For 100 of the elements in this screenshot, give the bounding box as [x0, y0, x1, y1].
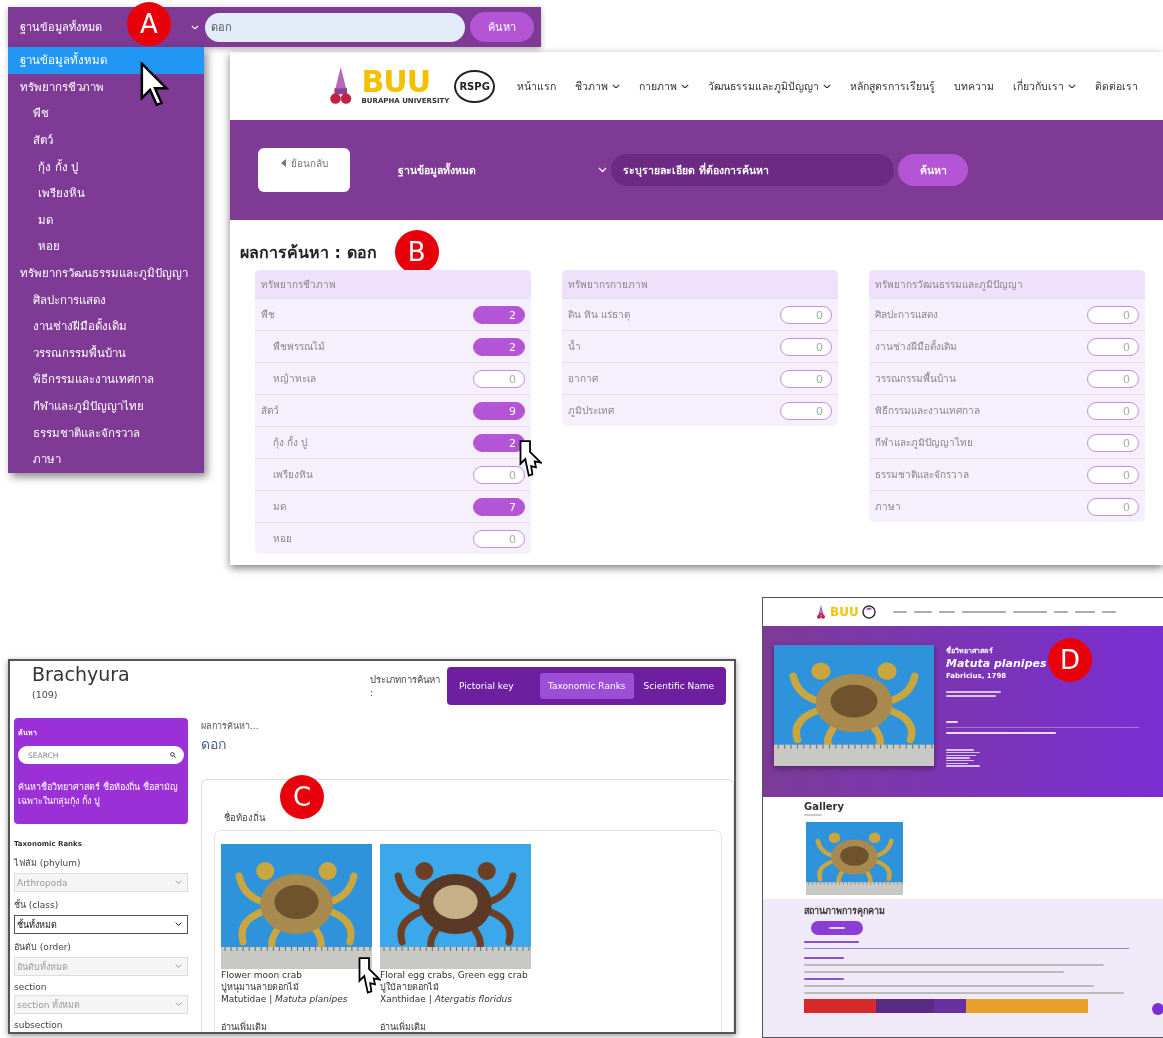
- dropdown-option[interactable]: หอย: [8, 233, 204, 260]
- dropdown-option[interactable]: พิธีกรรมและงานเทศกาล: [8, 366, 204, 393]
- count-badge: 0: [1087, 401, 1139, 420]
- search-field[interactable]: ระบุรายละเอียด ที่ต้องการค้นหา: [611, 154, 894, 186]
- partner-logo: RSPG: [454, 69, 495, 103]
- dropdown-option[interactable]: สัตว์: [8, 126, 204, 154]
- field-label: ชั้น (class): [14, 898, 60, 912]
- dropdown-option[interactable]: มด: [8, 206, 204, 234]
- count-badge: 0: [1087, 497, 1139, 516]
- nav-link[interactable]: หน้าแรก: [516, 77, 556, 95]
- taxon-name: Matutidae | Matuta planipes: [221, 993, 349, 1005]
- chevron-down-icon: [175, 1002, 182, 1007]
- chevron-down-icon: [822, 83, 831, 89]
- count-badge: 0: [1087, 305, 1139, 324]
- count-badge: 0: [780, 305, 832, 324]
- count-badge: 0: [780, 369, 832, 388]
- search-type-label: ประเภทการค้นหา :: [370, 673, 440, 700]
- dropdown-option[interactable]: ธรรมชาติและจักรวาล: [8, 419, 204, 446]
- search-query: ดอก: [201, 735, 227, 754]
- search-button[interactable]: ค้นหา: [470, 12, 534, 42]
- results-label: ผลการค้นหา...: [201, 720, 260, 733]
- nav-link[interactable]: ติดต่อเรา: [1094, 77, 1138, 95]
- pointer-cursor-icon: [140, 62, 170, 108]
- chevron-down-icon: [191, 24, 199, 30]
- section-title: ชื่อท้องถิ่น: [224, 810, 267, 825]
- common-name: Flower moon crab: [221, 969, 303, 981]
- nav-link[interactable]: หลักสูตรการเรียนรู้: [849, 77, 935, 95]
- chevron-down-icon: [611, 83, 620, 89]
- count-badge: 2: [473, 433, 525, 452]
- results-heading: ผลการค้นหา : ดอก: [240, 241, 377, 264]
- count-badge: 7: [473, 497, 525, 516]
- back-button[interactable]: ย้อนกลับ: [258, 148, 350, 192]
- field-label: section: [14, 982, 48, 992]
- dropdown-option[interactable]: พืช: [8, 100, 204, 127]
- chevron-down-icon: [598, 167, 607, 173]
- count-badge: 0: [473, 529, 525, 548]
- status-button[interactable]: [811, 921, 863, 935]
- count-badge: 2: [473, 305, 525, 324]
- section-heading: Gallery: [804, 801, 846, 812]
- dropdown-field[interactable]: ชั้นทั้งหมด: [14, 915, 188, 934]
- nav-link[interactable]: บทความ: [953, 77, 994, 95]
- chevron-down-icon: [680, 83, 689, 89]
- logo-wordmark: BUU: [361, 67, 431, 97]
- nav-link[interactable]: เกี่ยวกับเรา: [1012, 77, 1076, 95]
- tab[interactable]: Pictorial key: [451, 673, 538, 699]
- count-badge: 0: [1087, 465, 1139, 484]
- section-heading: สถานภาพการคุกคาม: [804, 905, 886, 918]
- hand-cursor-icon: [357, 957, 381, 995]
- thai-name: ปูหนุมานลายดอกไม้: [221, 981, 300, 993]
- tab-strip[interactable]: [966, 999, 1088, 1013]
- nav-link[interactable]: ชีวภาพ: [574, 77, 620, 95]
- thai-name: ปูใบ้ลายดอกไม้: [380, 981, 440, 993]
- search-icon: [170, 752, 176, 758]
- nav-link[interactable]: วัฒนธรรมและภูมิปัญญา: [707, 77, 831, 95]
- chevron-down-icon: [175, 922, 182, 927]
- count-badge: 0: [1087, 337, 1139, 356]
- count-badge: 0: [473, 465, 525, 484]
- count-badge: 0: [1087, 433, 1139, 452]
- tab[interactable]: Scientific Name: [635, 673, 722, 699]
- search-button[interactable]: ค้นหา: [898, 154, 968, 186]
- chevron-down-icon: [175, 964, 182, 969]
- step-marker: C: [280, 775, 324, 819]
- chevron-down-icon: [1067, 83, 1076, 89]
- scroll-up-button[interactable]: [1152, 1003, 1163, 1015]
- tab[interactable]: Taxonomic Ranks: [540, 673, 634, 699]
- field-label: อันดับ (order): [14, 941, 72, 954]
- nav-link[interactable]: กายภาพ: [638, 77, 689, 95]
- group-header: ทรัพยากรชีวภาพ: [255, 270, 531, 298]
- tab-strip[interactable]: [876, 999, 934, 1013]
- count-badge: 9: [473, 401, 525, 420]
- count-badge: 0: [780, 401, 832, 420]
- tab-strip[interactable]: [934, 999, 966, 1013]
- dropdown-option[interactable]: ศิลปะการแสดง: [8, 286, 204, 313]
- read-more-link[interactable]: อ่านเพิ่มเติม: [380, 1020, 531, 1032]
- group-header: ทรัพยากรวัฒนธรรมและภูมิปัญญา: [869, 270, 1145, 298]
- result-count: (109): [32, 689, 59, 700]
- dropdown-option[interactable]: ภาษา: [8, 445, 204, 473]
- database-select[interactable]: ฐานข้อมูลทั้งหมด: [398, 161, 598, 179]
- dropdown-option[interactable]: กุ้ง กั้ง ปู: [8, 153, 204, 180]
- count-badge: 0: [780, 337, 832, 356]
- caret-left-icon: [280, 159, 286, 167]
- read-more-link[interactable]: อ่านเพิ่มเติม: [221, 1020, 372, 1032]
- logo-wordmark: BUU: [830, 605, 859, 619]
- count-badge: 0: [473, 369, 525, 388]
- database-select[interactable]: ฐานข้อมูลทั้งหมด: [20, 18, 102, 36]
- dropdown-option[interactable]: ทรัพยากรชีวภาพ: [8, 73, 204, 101]
- dropdown-option[interactable]: งานช่างฝีมือดั้งเดิม: [8, 312, 204, 340]
- dropdown-option[interactable]: ทรัพยากรวัฒนธรรมและภูมิปัญญา: [8, 259, 204, 287]
- page-title: Brachyura: [32, 663, 131, 685]
- count-badge: 2: [473, 337, 525, 356]
- tab-strip[interactable]: [804, 999, 876, 1013]
- emblem-icon: [815, 604, 827, 620]
- dropdown-option[interactable]: กีฬาและภูมิปัญญาไทย: [8, 392, 204, 420]
- species-title: Matuta planipes: [946, 657, 1047, 670]
- group-header: ทรัพยากรกายภาพ: [562, 270, 838, 298]
- taxon-name: Xanthidae | Atergatis floridus: [380, 993, 513, 1005]
- dropdown-option[interactable]: เพรียงหิน: [8, 179, 204, 207]
- search-field[interactable]: ดอก: [205, 12, 465, 42]
- count-badge: 0: [1087, 369, 1139, 388]
- dropdown-option[interactable]: วรรณกรรมพื้นบ้าน: [8, 339, 204, 367]
